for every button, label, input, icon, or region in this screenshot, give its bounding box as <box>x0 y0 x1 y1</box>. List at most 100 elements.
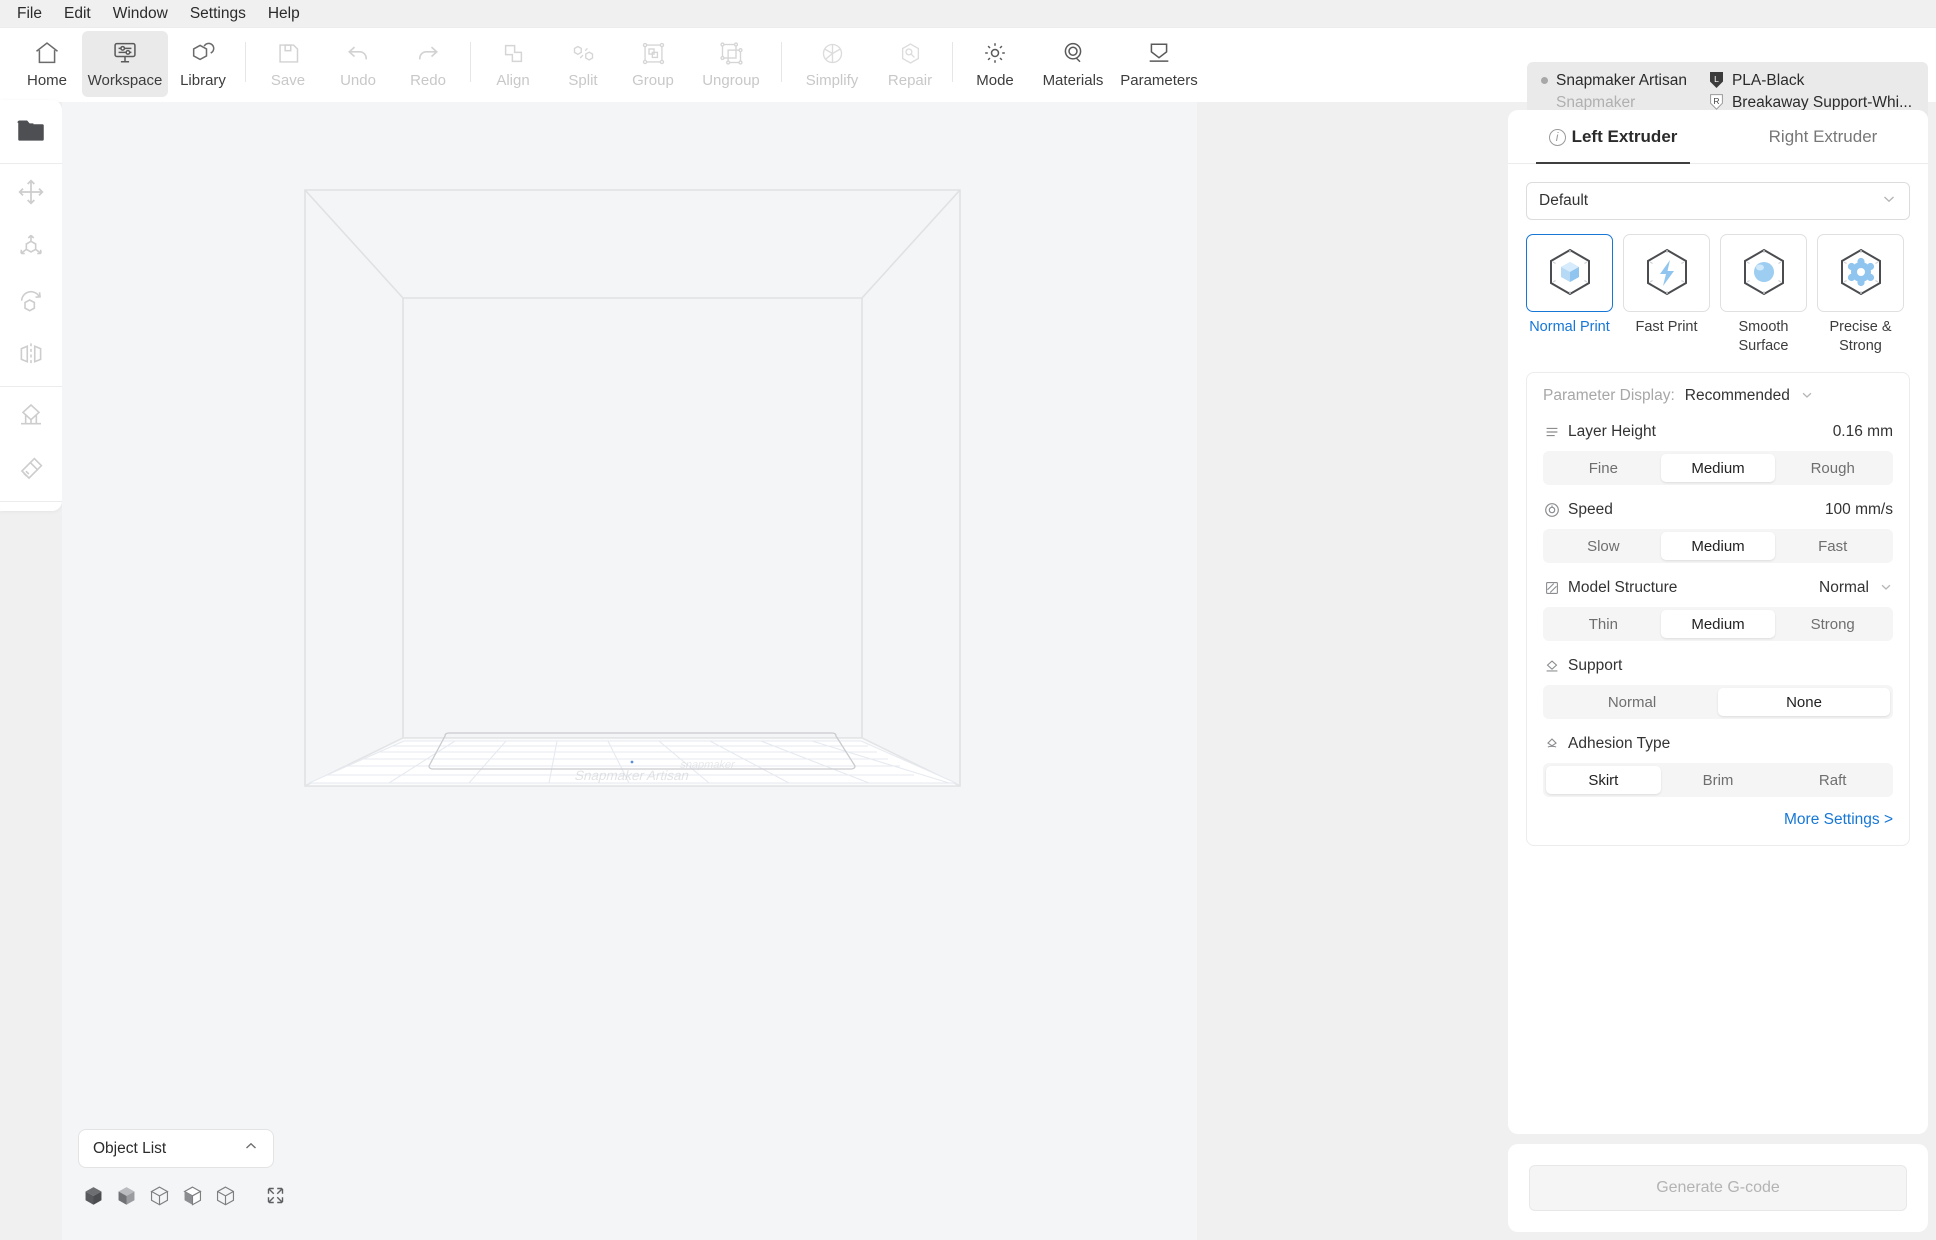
toolbar-save-button[interactable]: Save <box>253 31 323 97</box>
right-extruder-badge-icon: R <box>1709 93 1724 111</box>
toolbar-simplify-button[interactable]: Simplify <box>789 31 875 97</box>
toolbar-materials-label: Materials <box>1042 72 1104 89</box>
menu-settings[interactable]: Settings <box>179 2 257 26</box>
support-tool[interactable] <box>0 390 62 444</box>
toolbar-redo-button[interactable]: Redo <box>393 31 463 97</box>
mirror-tool[interactable] <box>0 329 62 383</box>
toolbar-materials-button[interactable]: Materials <box>1030 31 1116 97</box>
toolbar-split-label: Split <box>568 72 598 89</box>
tab-right-extruder[interactable]: Right Extruder <box>1718 111 1928 163</box>
toolbar-ungroup-button[interactable]: Ungroup <box>688 31 774 97</box>
view-front[interactable] <box>115 1182 138 1208</box>
gear-icon <box>1840 248 1881 296</box>
right-material-name: Breakaway Support-Whi... <box>1731 93 1912 111</box>
toolbar-redo-label: Redo <box>410 72 446 89</box>
seg-medium[interactable]: Medium <box>1660 454 1776 482</box>
viewport-3d[interactable]: Snapmaker Artisan snapmaker <box>62 102 1197 1240</box>
toolbar-align-button[interactable]: Align <box>478 31 548 97</box>
svg-text:R: R <box>1713 96 1719 106</box>
seg-normal[interactable]: Normal <box>1546 688 1718 716</box>
seg-rough[interactable]: Rough <box>1775 454 1890 482</box>
machine-name-row: Snapmaker Artisan <box>1540 71 1687 90</box>
preset-normal-print-card <box>1526 234 1613 312</box>
brush-tool[interactable] <box>0 444 62 498</box>
left-rail-divider-1 <box>0 163 62 164</box>
machine-brand: Snapmaker <box>1555 93 1636 111</box>
preset-fast-print[interactable]: Fast Print <box>1623 234 1710 356</box>
scale-axes-icon <box>15 230 47 267</box>
seg-medium[interactable]: Medium <box>1660 532 1776 560</box>
setting-layer-height-label: Layer Height <box>1568 423 1656 440</box>
toolbar-mode-button[interactable]: Mode <box>960 31 1030 97</box>
parameter-display-value: Recommended <box>1684 387 1790 404</box>
app-root: File Edit Window Settings Help Home Work… <box>0 0 1936 1240</box>
toolbar-undo-button[interactable]: Undo <box>323 31 393 97</box>
machine-column: Snapmaker Artisan Snapmaker <box>1540 71 1687 112</box>
view-cube-buttons <box>78 1182 284 1208</box>
setting-layer-height: Layer Height 0.16 mm Fine Medium Rough <box>1543 419 1893 485</box>
preset-normal-print[interactable]: Normal Print <box>1526 234 1613 356</box>
scale-tool[interactable] <box>0 221 62 275</box>
more-settings-link[interactable]: More Settings > <box>1543 811 1893 829</box>
rotate-tool[interactable] <box>0 275 62 329</box>
toolbar-parameters-button[interactable]: Parameters <box>1116 31 1202 97</box>
view-top[interactable] <box>148 1182 171 1208</box>
setting-layer-height-right: 0.16 mm <box>1833 423 1893 441</box>
generate-gcode-button[interactable]: Generate G-code <box>1529 1165 1907 1211</box>
view-right[interactable] <box>214 1182 237 1208</box>
menu-window[interactable]: Window <box>102 2 179 26</box>
toolbar-library-button[interactable]: Library <box>168 31 238 97</box>
adhesion-icon <box>1543 735 1565 753</box>
seg-fast[interactable]: Fast <box>1775 532 1890 560</box>
toolbar-workspace-button[interactable]: Workspace <box>82 31 168 97</box>
preset-smooth-surface[interactable]: Smooth Surface <box>1720 234 1807 356</box>
seg-fine[interactable]: Fine <box>1546 454 1661 482</box>
toolbar-home-button[interactable]: Home <box>12 31 82 97</box>
setting-speed-segmented: Slow Medium Fast <box>1543 529 1893 563</box>
setting-model-structure-segmented: Thin Medium Strong <box>1543 607 1893 641</box>
toolbar-group-button[interactable]: Group <box>618 31 688 97</box>
fit-to-screen[interactable] <box>265 1182 286 1208</box>
parameters-card: Parameter Display: Recommended Layer Hei… <box>1526 372 1910 846</box>
seg-thin[interactable]: Thin <box>1546 610 1661 638</box>
move-tool[interactable] <box>0 167 62 221</box>
chevron-up-icon[interactable] <box>243 1138 259 1159</box>
setting-adhesion-type: Adhesion Type Skirt Brim Raft <box>1543 731 1893 797</box>
preset-smooth-surface-card <box>1720 234 1807 312</box>
model-structure-dropdown-value: Normal <box>1819 579 1869 596</box>
view-isometric[interactable] <box>82 1182 105 1208</box>
seg-raft[interactable]: Raft <box>1775 766 1890 794</box>
rotate-cube-icon <box>15 284 47 321</box>
setting-adhesion-type-label: Adhesion Type <box>1568 735 1671 752</box>
seg-slow[interactable]: Slow <box>1546 532 1661 560</box>
object-list-header[interactable]: Object List <box>78 1129 274 1168</box>
parameter-display-row[interactable]: Parameter Display: Recommended <box>1543 387 1893 405</box>
menu-help[interactable]: Help <box>257 2 311 26</box>
toolbar-align-label: Align <box>496 72 530 89</box>
menu-file[interactable]: File <box>6 2 53 26</box>
seg-medium[interactable]: Medium <box>1660 610 1776 638</box>
tab-left-extruder[interactable]: i Left Extruder <box>1508 111 1718 164</box>
folder-icon <box>14 114 48 153</box>
tab-left-extruder-label: Left Extruder <box>1571 127 1678 146</box>
speedometer-icon <box>1543 501 1565 519</box>
seg-brim[interactable]: Brim <box>1661 766 1776 794</box>
view-left[interactable] <box>181 1182 204 1208</box>
seg-skirt[interactable]: Skirt <box>1546 766 1661 794</box>
setting-model-structure-right[interactable]: Normal <box>1819 579 1893 597</box>
menu-edit[interactable]: Edit <box>53 2 102 26</box>
seg-strong[interactable]: Strong <box>1775 610 1890 638</box>
toolbar-repair-button[interactable]: Repair <box>875 31 945 97</box>
preset-precise-strong[interactable]: Precise & Strong <box>1817 234 1904 356</box>
repair-icon <box>897 38 924 68</box>
info-icon[interactable]: i <box>1548 128 1566 146</box>
toolbar-repair-label: Repair <box>887 72 933 89</box>
toolbar-split-button[interactable]: Split <box>548 31 618 97</box>
workspace-icon <box>111 38 139 68</box>
profile-select[interactable]: Default <box>1526 182 1910 220</box>
seg-none[interactable]: None <box>1718 688 1890 716</box>
open-file-tool[interactable] <box>0 106 62 160</box>
left-rail-divider-2 <box>0 386 62 387</box>
right-material-row: R Breakaway Support-Whi... <box>1709 93 1912 112</box>
save-icon <box>275 38 302 68</box>
